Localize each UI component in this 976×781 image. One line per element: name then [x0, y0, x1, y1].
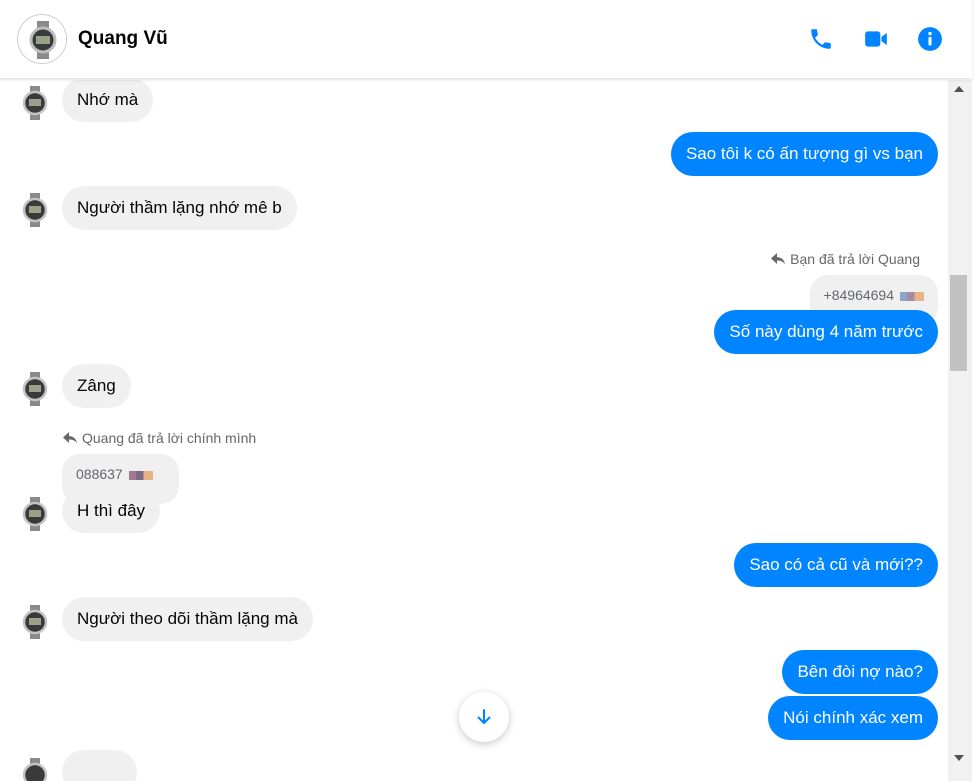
- contact-avatar-small[interactable]: [21, 605, 49, 639]
- scrollbar-thumb[interactable]: [950, 275, 967, 371]
- outgoing-message[interactable]: Số này dùng 4 năm trước: [714, 310, 938, 354]
- window-edge: [972, 0, 976, 781]
- contact-name[interactable]: Quang Vũ: [78, 28, 168, 50]
- reply-icon: [771, 253, 786, 265]
- outgoing-message[interactable]: Bên đòi nợ nào?: [782, 650, 938, 694]
- scroll-down-arrow[interactable]: [954, 755, 964, 761]
- message-list[interactable]: Nhớ mà Sao tôi k có ấn tượng gì vs bạn N…: [0, 80, 948, 781]
- scroll-to-bottom-button[interactable]: [459, 692, 509, 742]
- incoming-message[interactable]: H thì đây: [62, 489, 161, 533]
- contact-avatar-small[interactable]: [21, 372, 49, 406]
- scroll-up-arrow[interactable]: [954, 86, 964, 92]
- incoming-message-partial[interactable]: [62, 750, 137, 781]
- redacted-block: [900, 291, 924, 301]
- outgoing-message[interactable]: Sao có cả cũ và mới??: [734, 543, 938, 587]
- outgoing-message[interactable]: Nói chính xác xem: [768, 696, 938, 740]
- reply-indicator: Quang đã trả lời chính mình: [62, 430, 256, 446]
- incoming-message[interactable]: Nhớ mà: [62, 80, 154, 122]
- scrollbar[interactable]: [948, 80, 972, 781]
- contact-avatar-small[interactable]: [21, 193, 49, 227]
- arrow-down-icon: [477, 709, 491, 724]
- reply-label-text: Bạn đã trả lời Quang: [790, 251, 920, 267]
- incoming-message[interactable]: Zâng: [62, 364, 131, 408]
- incoming-message[interactable]: Người theo dõi thầm lặng mà: [62, 597, 313, 641]
- reply-label-text: Quang đã trả lời chính mình: [82, 430, 257, 446]
- redacted-block: [128, 470, 153, 480]
- quoted-text: +84964694: [823, 287, 894, 303]
- quoted-text: 088637: [76, 466, 123, 482]
- reply-icon: [63, 432, 77, 444]
- incoming-message[interactable]: Người thầm lặng nhớ mê b: [62, 186, 297, 230]
- reply-indicator: Bạn đã trả lời Quang: [770, 251, 920, 267]
- info-icon[interactable]: [917, 26, 943, 52]
- contact-avatar[interactable]: [17, 14, 67, 64]
- contact-avatar-small[interactable]: [21, 86, 49, 120]
- phone-icon[interactable]: [808, 26, 834, 52]
- video-icon[interactable]: [863, 26, 889, 52]
- chat-header: Quang Vũ: [0, 0, 972, 79]
- outgoing-message[interactable]: Sao tôi k có ấn tượng gì vs bạn: [670, 132, 938, 176]
- contact-avatar-small[interactable]: [21, 758, 49, 781]
- contact-avatar-small[interactable]: [21, 497, 49, 531]
